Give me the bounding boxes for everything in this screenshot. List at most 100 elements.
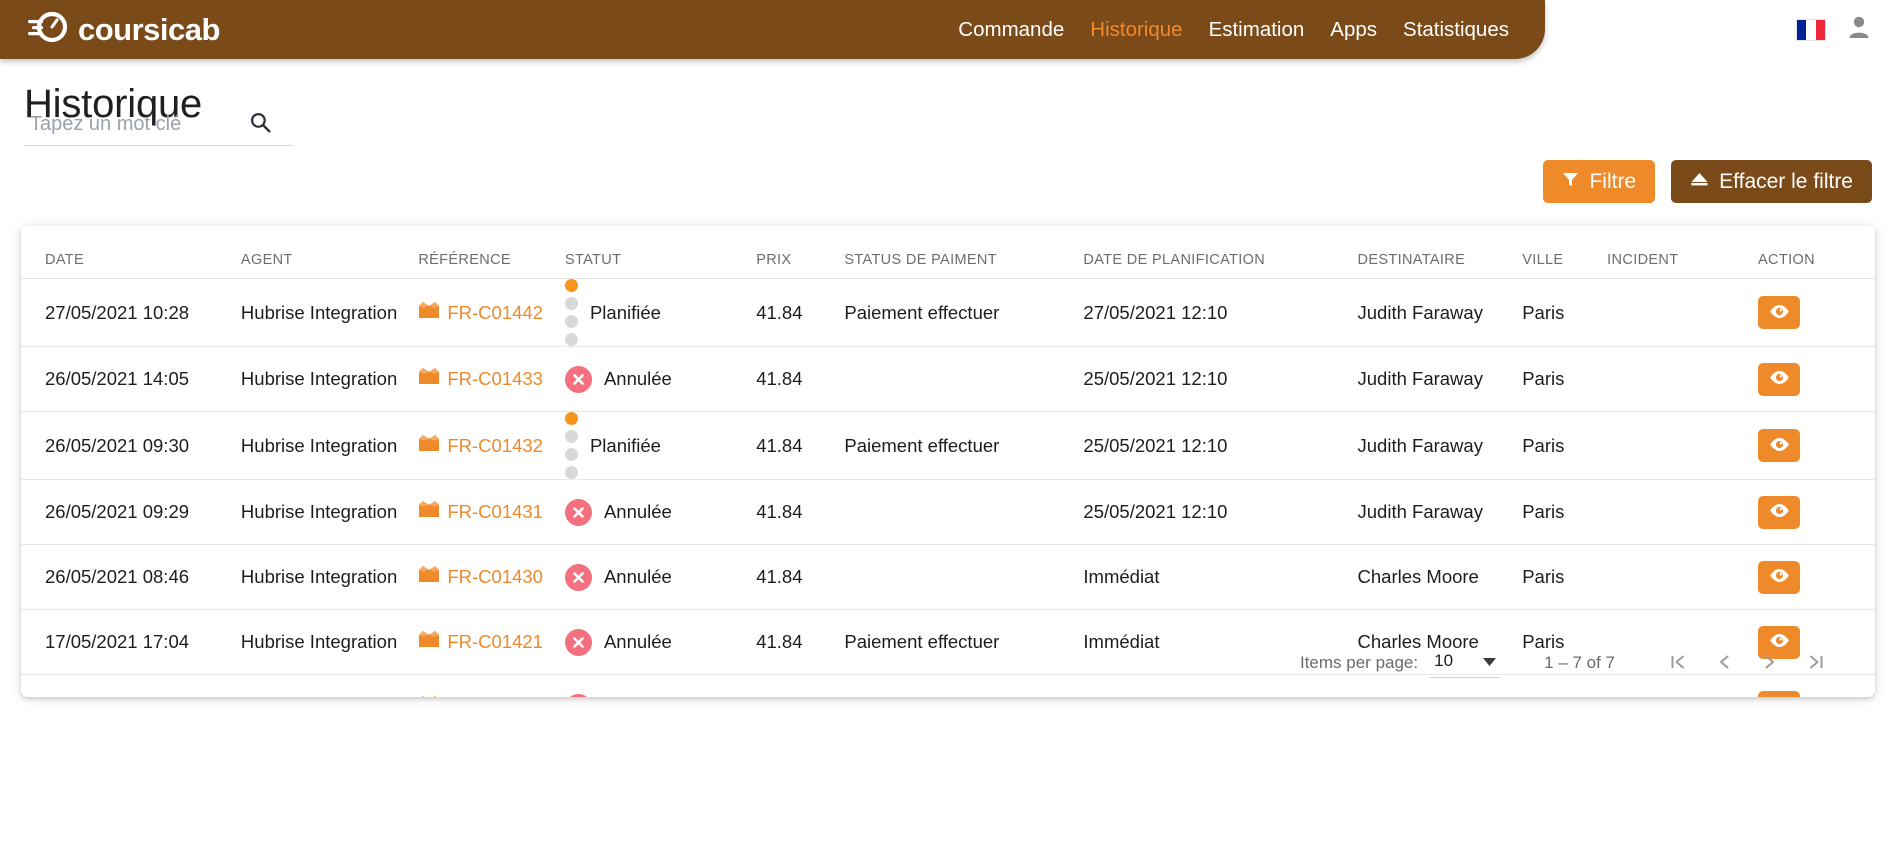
table-row[interactable]: 26/05/2021 08:46 Hubrise Integration FR-C0… <box>21 544 1875 610</box>
cell-statut: Annulée <box>564 346 757 412</box>
cell-action[interactable] <box>1758 544 1875 610</box>
search-input[interactable] <box>24 113 234 136</box>
cell-ville: Paris <box>1522 278 1608 347</box>
next-page-icon <box>1760 652 1780 675</box>
next-page-button[interactable] <box>1747 640 1793 686</box>
cell-action[interactable] <box>1758 346 1875 412</box>
page-title: Historique <box>24 82 203 126</box>
cell-destinataire: Judith Faraway <box>1357 346 1523 412</box>
nav-item-statistiques[interactable]: Statistiques <box>1403 18 1509 42</box>
cell-planification: Immédiat <box>1083 544 1358 610</box>
table-header: DATE AGENT RÉFÉRENCE STATUT PRIX STATUS … <box>21 226 1875 279</box>
table-row[interactable]: 26/05/2021 09:29 Hubrise Integration FR-C0… <box>21 479 1875 545</box>
table-row[interactable]: 26/05/2021 09:30 Hubrise Integration FR-C0… <box>21 411 1875 480</box>
cell-date: 26/05/2021 09:29 <box>21 479 241 545</box>
cancel-x-icon <box>564 498 592 526</box>
brand-name: coursicab <box>78 12 220 47</box>
cell-prix: 41.84 <box>756 479 845 545</box>
progress-dots-icon <box>564 279 578 346</box>
reference-link[interactable]: FR-C01430 <box>418 565 543 589</box>
clear-filter-button-label: Effacer le filtre <box>1719 169 1853 193</box>
first-page-button[interactable] <box>1655 640 1701 686</box>
status-label: Planifiée <box>589 301 661 323</box>
eye-icon <box>1769 568 1790 586</box>
view-details-button[interactable] <box>1758 362 1801 396</box>
nav-item-apps[interactable]: Apps <box>1330 18 1377 42</box>
history-table: DATE AGENT RÉFÉRENCE STATUT PRIX STATUS … <box>21 226 1875 697</box>
cell-destinataire: Judith Faraway <box>1357 479 1523 545</box>
view-details-button[interactable] <box>1758 560 1801 594</box>
speedometer-icon <box>26 10 68 49</box>
brand-logo[interactable]: coursicab <box>26 10 220 49</box>
cell-date: 26/05/2021 09:30 <box>21 411 241 480</box>
cell-ville: Paris <box>1522 346 1608 412</box>
cell-action[interactable] <box>1758 479 1875 545</box>
cell-agent: Hubrise Integration <box>240 278 419 347</box>
column-header-incident: INCIDENT <box>1607 226 1759 279</box>
reference-link[interactable]: FR-C01432 <box>418 434 543 458</box>
cell-statut: Planifiée <box>564 278 757 347</box>
table-row[interactable]: 27/05/2021 10:28 Hubrise Integration FR-C0… <box>21 278 1875 347</box>
filter-button-label: Filtre <box>1589 169 1637 193</box>
cell-incident <box>1607 411 1759 480</box>
france-flag-icon[interactable] <box>1796 18 1826 41</box>
cell-incident <box>1607 479 1759 545</box>
column-header-reference: RÉFÉRENCE <box>418 226 565 279</box>
view-details-button[interactable] <box>1758 429 1801 462</box>
table-row[interactable]: 26/05/2021 14:05 Hubrise Integration FR-C0… <box>21 346 1875 412</box>
cell-reference[interactable]: FR-C01433 <box>418 346 565 412</box>
package-icon <box>418 434 440 458</box>
previous-page-icon <box>1714 652 1734 675</box>
search-field[interactable] <box>24 104 293 146</box>
cell-reference[interactable]: FR-C01431 <box>418 479 565 545</box>
reference-label: FR-C01442 <box>447 301 543 323</box>
status-indicator-cancelled: Annulée <box>564 563 756 591</box>
cell-planification: 25/05/2021 12:10 <box>1083 411 1358 480</box>
reference-label: FR-C01433 <box>447 368 543 389</box>
nav-item-commande[interactable]: Commande <box>958 18 1064 42</box>
cell-ville: Paris <box>1522 479 1608 545</box>
cell-status-paiement: Paiement effectuer <box>844 278 1084 347</box>
user-icon[interactable] <box>1848 15 1870 44</box>
cell-ville: Paris <box>1522 544 1608 610</box>
cell-planification: 25/05/2021 12:10 <box>1083 479 1358 545</box>
reference-label: FR-C01431 <box>447 501 543 522</box>
cell-reference[interactable]: FR-C01432 <box>418 411 565 480</box>
reference-label: FR-C01432 <box>447 434 543 456</box>
package-icon <box>418 301 440 325</box>
cell-destinataire: Judith Faraway <box>1357 411 1523 480</box>
clear-filter-button[interactable]: Effacer le filtre <box>1671 160 1872 203</box>
reference-link[interactable]: FR-C01442 <box>418 301 543 325</box>
status-label: Annulée <box>603 566 672 587</box>
cell-status-paiement <box>844 479 1084 545</box>
items-per-page-select[interactable]: 10 <box>1430 648 1501 678</box>
package-icon <box>418 500 440 524</box>
cell-agent: Hubrise Integration <box>240 411 419 480</box>
column-header-date: DATE <box>21 226 241 279</box>
cell-incident <box>1607 346 1759 412</box>
status-indicator-planned: Planifiée <box>564 412 756 479</box>
top-navigation-bar: coursicab Commande Historique Estimation… <box>0 0 1545 59</box>
eye-icon <box>1769 503 1790 521</box>
cancel-x-icon <box>564 563 592 591</box>
cell-action[interactable] <box>1758 278 1875 347</box>
cell-planification: 27/05/2021 12:10 <box>1083 278 1358 347</box>
column-header-prix: PRIX <box>756 226 845 279</box>
previous-page-button[interactable] <box>1701 640 1747 686</box>
filter-button[interactable]: Filtre <box>1543 160 1656 203</box>
cell-reference[interactable]: FR-C01442 <box>418 278 565 347</box>
page-range-label: 1 – 7 of 7 <box>1544 653 1615 672</box>
search-icon[interactable] <box>250 112 271 138</box>
items-per-page-value: 10 <box>1434 651 1454 670</box>
status-indicator-planned: Planifiée <box>564 279 756 346</box>
reference-link[interactable]: FR-C01433 <box>418 367 543 391</box>
nav-item-estimation[interactable]: Estimation <box>1209 18 1305 42</box>
view-details-button[interactable] <box>1758 495 1801 529</box>
view-details-button[interactable] <box>1758 296 1801 329</box>
last-page-button[interactable] <box>1793 640 1839 686</box>
cell-action[interactable] <box>1758 411 1875 480</box>
items-per-page-label: Items per page: <box>1299 653 1419 672</box>
nav-item-historique[interactable]: Historique <box>1090 18 1182 42</box>
cell-reference[interactable]: FR-C01430 <box>418 544 565 610</box>
reference-link[interactable]: FR-C01431 <box>418 500 543 524</box>
